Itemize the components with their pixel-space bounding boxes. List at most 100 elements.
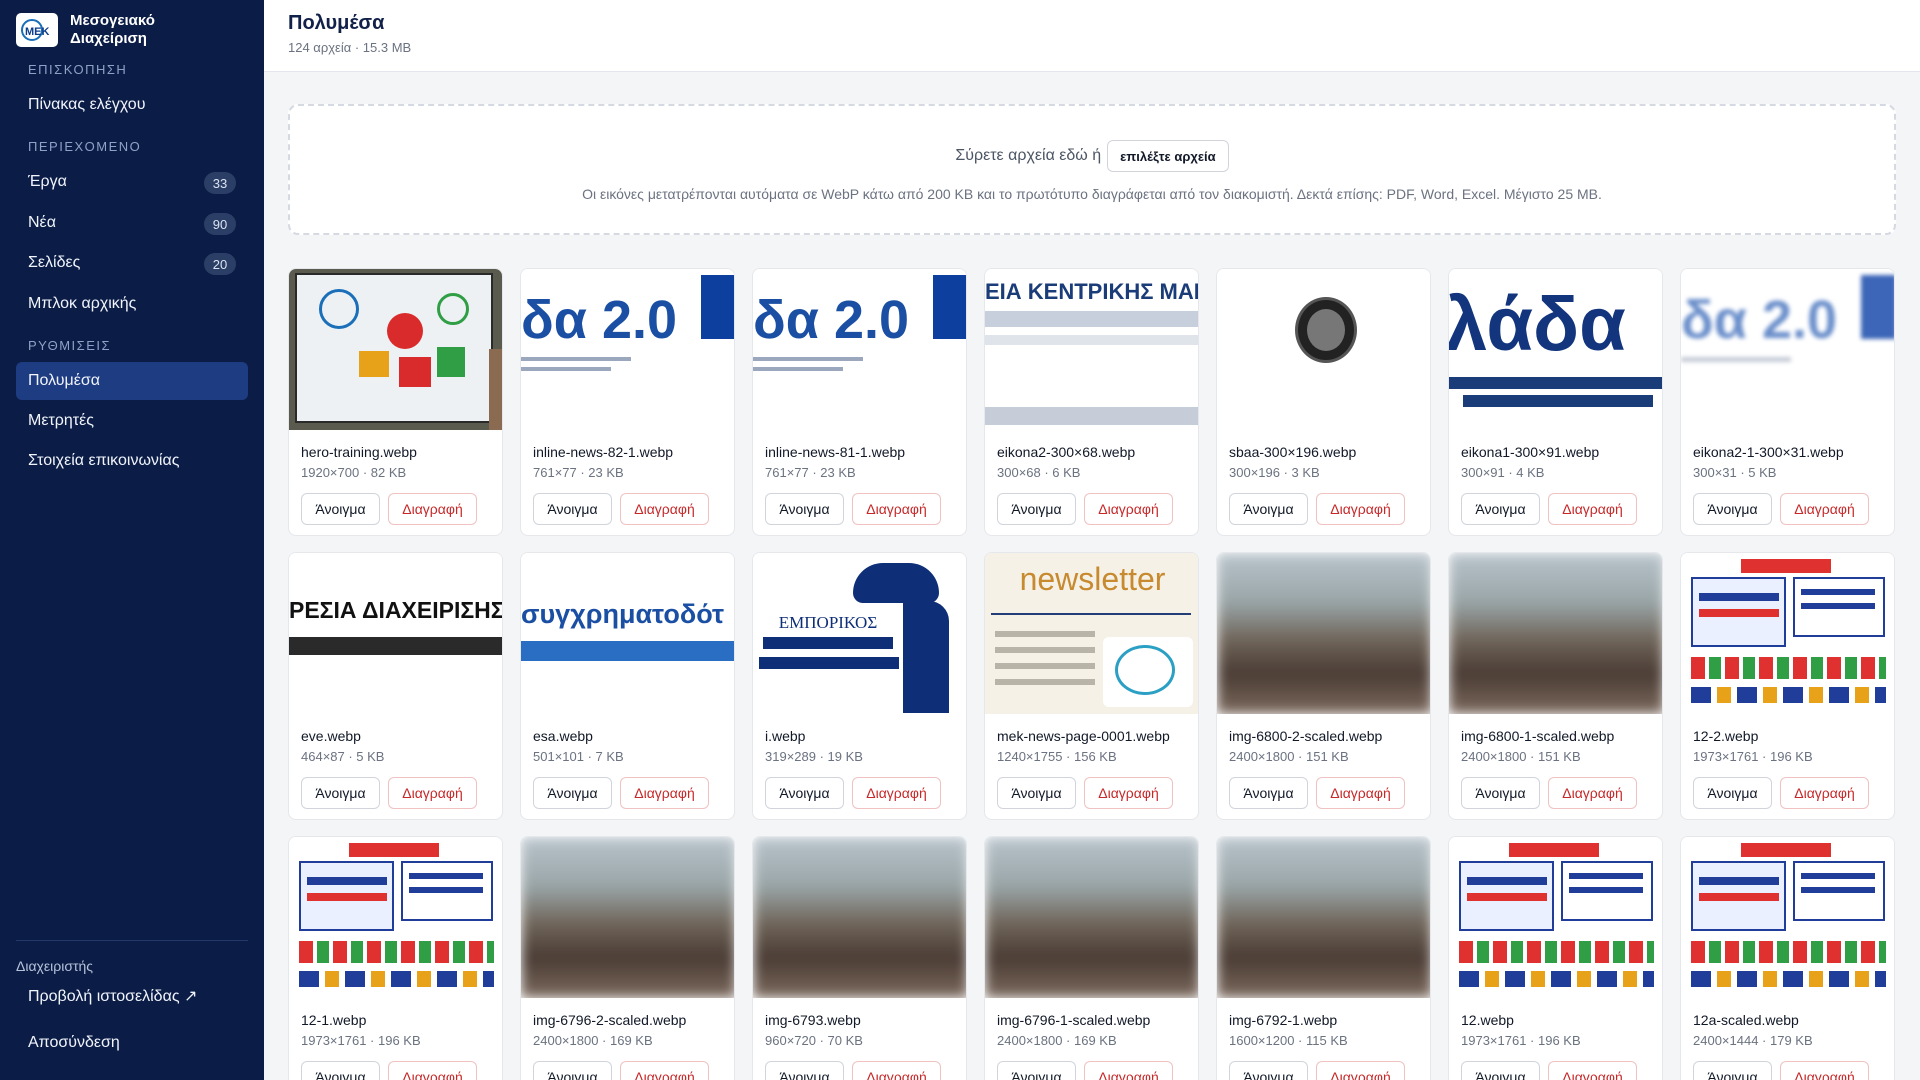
thumb-logo: λάδα xyxy=(1449,269,1662,430)
media-thumbnail[interactable]: ΕΜΠΟΡΙΚΟΣ xyxy=(753,553,966,714)
delete-button[interactable]: Διαγραφή xyxy=(1084,777,1173,809)
open-button[interactable]: Άνοιγμα xyxy=(533,1061,612,1080)
upload-dropzone[interactable]: Σύρετε αρχεία εδώ ή επιλέξτε αρχεία Οι ε… xyxy=(288,104,1896,235)
sidebar-item-news[interactable]: Νέα 90 xyxy=(16,204,248,242)
open-button[interactable]: Άνοιγμα xyxy=(533,777,612,809)
sidebar-item-media[interactable]: Πολυμέσα xyxy=(16,362,248,400)
sidebar-item-label: Έργα xyxy=(28,173,67,190)
open-button[interactable]: Άνοιγμα xyxy=(1229,493,1308,525)
thumb-photo xyxy=(1217,837,1430,998)
file-meta: 2400×1800 · 169 KB xyxy=(533,1033,653,1048)
delete-button[interactable]: Διαγραφή xyxy=(388,1061,477,1080)
sidebar-item-home-blocks[interactable]: Μπλοκ αρχικής xyxy=(16,285,248,323)
section-label-content: ΠΕΡΙΕΧΟΜΕΝΟ xyxy=(28,139,142,154)
delete-button[interactable]: Διαγραφή xyxy=(1548,777,1637,809)
media-thumbnail[interactable]: λάδα xyxy=(1449,269,1662,430)
media-thumbnail[interactable] xyxy=(1449,553,1662,714)
sidebar-item-contact-info[interactable]: Στοιχεία επικοινωνίας xyxy=(16,442,248,480)
media-thumbnail[interactable] xyxy=(1449,837,1662,998)
open-button[interactable]: Άνοιγμα xyxy=(997,493,1076,525)
media-thumbnail[interactable] xyxy=(753,837,966,998)
file-meta: 761×77 · 23 KB xyxy=(533,465,624,480)
delete-button[interactable]: Διαγραφή xyxy=(1780,1061,1869,1080)
media-thumbnail[interactable]: ΕΙΑ ΚΕΝΤΡΙΚΗΣ ΜΑΚΕΔ xyxy=(985,269,1198,430)
delete-button[interactable]: Διαγραφή xyxy=(620,493,709,525)
delete-button[interactable]: Διαγραφή xyxy=(852,1061,941,1080)
media-thumbnail[interactable] xyxy=(289,837,502,998)
open-button[interactable]: Άνοιγμα xyxy=(1461,1061,1540,1080)
delete-button[interactable]: Διαγραφή xyxy=(620,777,709,809)
media-thumbnail[interactable] xyxy=(1217,269,1430,430)
open-button[interactable]: Άνοιγμα xyxy=(765,1061,844,1080)
delete-button[interactable]: Διαγραφή xyxy=(1548,1061,1637,1080)
file-name: eikona2-300×68.webp xyxy=(997,444,1136,460)
sidebar-item-label: Μπλοκ αρχικής xyxy=(28,295,137,312)
section-label-settings: ΡΥΘΜΙΣΕΙΣ xyxy=(28,338,112,353)
open-button[interactable]: Άνοιγμα xyxy=(301,1061,380,1080)
delete-button[interactable]: Διαγραφή xyxy=(1316,493,1405,525)
open-button[interactable]: Άνοιγμα xyxy=(1693,1061,1772,1080)
delete-button[interactable]: Διαγραφή xyxy=(1780,777,1869,809)
open-button[interactable]: Άνοιγμα xyxy=(1693,777,1772,809)
brand[interactable]: ΜΕΚ Μεσογειακό Διαχείριση xyxy=(16,12,155,48)
choose-files-button[interactable]: επιλέξτε αρχεία xyxy=(1107,140,1229,172)
media-thumbnail[interactable]: δα 2.0 xyxy=(753,269,966,430)
delete-button[interactable]: Διαγραφή xyxy=(388,493,477,525)
dropzone-text: Σύρετε αρχεία εδώ ή xyxy=(955,147,1102,164)
sidebar-divider xyxy=(16,940,248,941)
delete-button[interactable]: Διαγραφή xyxy=(1316,1061,1405,1080)
delete-button[interactable]: Διαγραφή xyxy=(1084,1061,1173,1080)
delete-button[interactable]: Διαγραφή xyxy=(852,777,941,809)
open-button[interactable]: Άνοιγμα xyxy=(1693,493,1772,525)
logout-link[interactable]: Αποσύνδεση xyxy=(28,1034,120,1052)
file-meta: 1240×1755 · 156 KB xyxy=(997,749,1117,764)
file-name: img-6793.webp xyxy=(765,1012,861,1028)
file-meta: 501×101 · 7 KB xyxy=(533,749,624,764)
file-meta: 1920×700 · 82 KB xyxy=(301,465,407,480)
sidebar-item-pages[interactable]: Σελίδες 20 xyxy=(16,244,248,282)
media-thumbnail[interactable] xyxy=(289,269,502,430)
media-thumbnail[interactable]: ΡΕΣΙΑ ΔΙΑΧΕΙΡΙΣΗΣ xyxy=(289,553,502,714)
open-button[interactable]: Άνοιγμα xyxy=(1229,777,1308,809)
open-button[interactable]: Άνοιγμα xyxy=(997,1061,1076,1080)
open-button[interactable]: Άνοιγμα xyxy=(997,777,1076,809)
delete-button[interactable]: Διαγραφή xyxy=(388,777,477,809)
file-meta: 464×87 · 5 KB xyxy=(301,749,385,764)
media-thumbnail[interactable]: newsletter xyxy=(985,553,1198,714)
delete-button[interactable]: Διαγραφή xyxy=(852,493,941,525)
media-thumbnail[interactable] xyxy=(1681,837,1894,998)
media-thumbnail[interactable] xyxy=(1217,837,1430,998)
thumb-photo xyxy=(521,837,734,998)
file-meta: 1973×1761 · 196 KB xyxy=(301,1033,421,1048)
open-button[interactable]: Άνοιγμα xyxy=(301,777,380,809)
media-thumbnail[interactable] xyxy=(985,837,1198,998)
open-button[interactable]: Άνοιγμα xyxy=(1229,1061,1308,1080)
media-card: img-6796-1-scaled.webp 2400×1800 · 169 KB… xyxy=(984,836,1199,1080)
media-thumbnail[interactable]: συγχρηματοδότ xyxy=(521,553,734,714)
media-thumbnail[interactable] xyxy=(1217,553,1430,714)
sidebar-item-dashboard[interactable]: Πίνακας ελέγχου xyxy=(16,86,248,124)
open-button[interactable]: Άνοιγμα xyxy=(1461,493,1540,525)
open-button[interactable]: Άνοιγμα xyxy=(765,493,844,525)
delete-button[interactable]: Διαγραφή xyxy=(1780,493,1869,525)
open-button[interactable]: Άνοιγμα xyxy=(301,493,380,525)
delete-button[interactable]: Διαγραφή xyxy=(1316,777,1405,809)
open-button[interactable]: Άνοιγμα xyxy=(1461,777,1540,809)
thumb-poster xyxy=(1449,837,1662,998)
sidebar-item-projects[interactable]: Έργα 33 xyxy=(16,163,248,201)
file-meta: 300×196 · 3 KB xyxy=(1229,465,1320,480)
svg-text:ΜΕΚ: ΜΕΚ xyxy=(25,26,50,38)
delete-button[interactable]: Διαγραφή xyxy=(1548,493,1637,525)
media-thumbnail[interactable]: δα 2.0 xyxy=(1681,269,1894,430)
sidebar-item-counters[interactable]: Μετρητές xyxy=(16,402,248,440)
media-thumbnail[interactable] xyxy=(521,837,734,998)
delete-button[interactable]: Διαγραφή xyxy=(620,1061,709,1080)
file-meta: 1973×1761 · 196 KB xyxy=(1461,1033,1581,1048)
open-button[interactable]: Άνοιγμα xyxy=(765,777,844,809)
media-thumbnail[interactable] xyxy=(1681,553,1894,714)
sidebar-item-label: Πολυμέσα xyxy=(28,372,100,389)
view-site-link[interactable]: Προβολή ιστοσελίδας ↗ xyxy=(28,986,197,1006)
media-thumbnail[interactable]: δα 2.0 xyxy=(521,269,734,430)
delete-button[interactable]: Διαγραφή xyxy=(1084,493,1173,525)
open-button[interactable]: Άνοιγμα xyxy=(533,493,612,525)
